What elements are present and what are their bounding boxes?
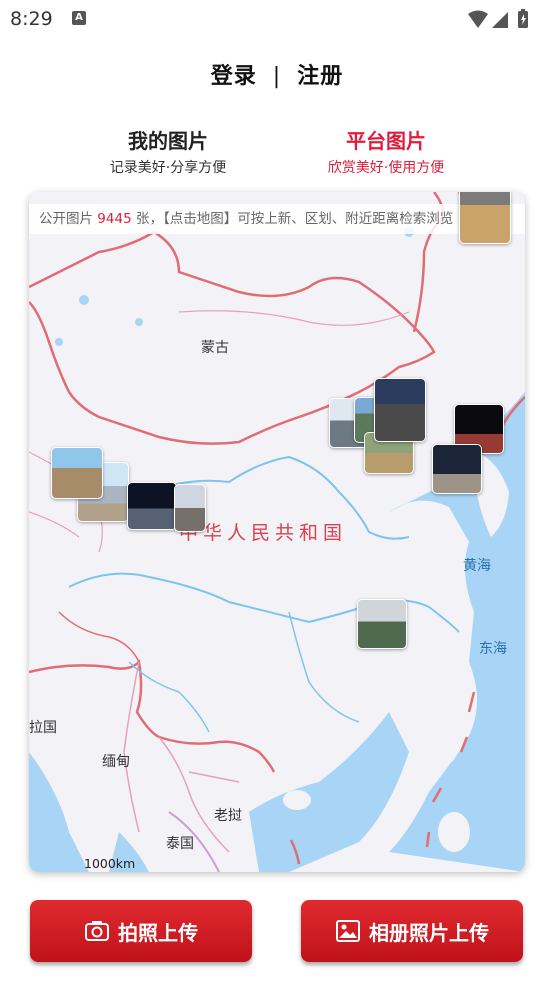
map-photo-thumbnail[interactable] — [51, 447, 103, 499]
camera-icon — [85, 921, 109, 941]
map-photo-thumbnail[interactable] — [432, 444, 482, 494]
map-label-mongolia: 蒙古 — [201, 340, 229, 356]
tab-title: 我的图片 — [128, 129, 208, 153]
auth-row: 登录 | 注册 — [0, 58, 554, 90]
tab-subtitle: 欣赏美好·使用方便 — [327, 160, 445, 176]
tab-my-pictures[interactable]: 我的图片 记录美好·分享方便 — [68, 125, 268, 177]
map-label-yellow-sea: 黄海 — [463, 558, 491, 574]
camera-upload-button[interactable]: 拍照上传 — [30, 900, 252, 962]
map-label-laos2: 老挝 — [214, 808, 242, 824]
map-info-bar: 公开图片 9445 张，【点击地图】可按上新、区划、附近距离检索浏览 — [29, 204, 525, 234]
auth-separator: | — [272, 64, 282, 89]
tab-title: 平台图片 — [346, 129, 426, 153]
battery-icon — [518, 9, 528, 28]
info-suffix: 张，【点击地图】可按上新、区划、附近距离检索浏览 — [135, 211, 454, 227]
register-link[interactable]: 注册 — [297, 58, 343, 90]
camera-upload-label: 拍照上传 — [118, 920, 198, 945]
album-upload-label: 相册照片上传 — [369, 920, 489, 945]
map-photo-thumbnail[interactable] — [174, 484, 206, 532]
notification-badge-icon: A — [72, 11, 86, 25]
album-upload-button[interactable]: 相册照片上传 — [301, 900, 523, 962]
photo-map[interactable]: 公开图片 9445 张，【点击地图】可按上新、区划、附近距离检索浏览 蒙古 中华… — [29, 192, 525, 872]
info-prefix: 公开图片 — [39, 211, 93, 227]
map-label-myanmar: 缅甸 — [102, 754, 130, 770]
map-scale: 1000km — [84, 856, 136, 871]
map-photo-thumbnail[interactable] — [459, 192, 511, 244]
map-photo-thumbnail[interactable] — [357, 599, 407, 649]
tab-subtitle: 记录美好·分享方便 — [109, 160, 227, 176]
map-photo-thumbnail[interactable] — [127, 482, 177, 530]
tab-platform-pictures[interactable]: 平台图片 欣赏美好·使用方便 — [286, 125, 486, 177]
map-label-east-sea: 东海 — [479, 641, 507, 657]
gallery-icon — [336, 920, 360, 942]
system-icons — [466, 8, 536, 34]
map-label-thailand: 泰国 — [166, 836, 194, 852]
login-link[interactable]: 登录 — [211, 58, 257, 90]
photo-count: 9445 — [97, 211, 132, 227]
map-label-laos: 拉国 — [29, 720, 57, 736]
status-time: 8:29 — [10, 8, 53, 30]
wifi-icon — [468, 10, 488, 28]
map-photo-thumbnail[interactable] — [374, 378, 426, 442]
signal-icon — [492, 12, 508, 28]
status-bar: 8:29 A — [0, 0, 554, 38]
